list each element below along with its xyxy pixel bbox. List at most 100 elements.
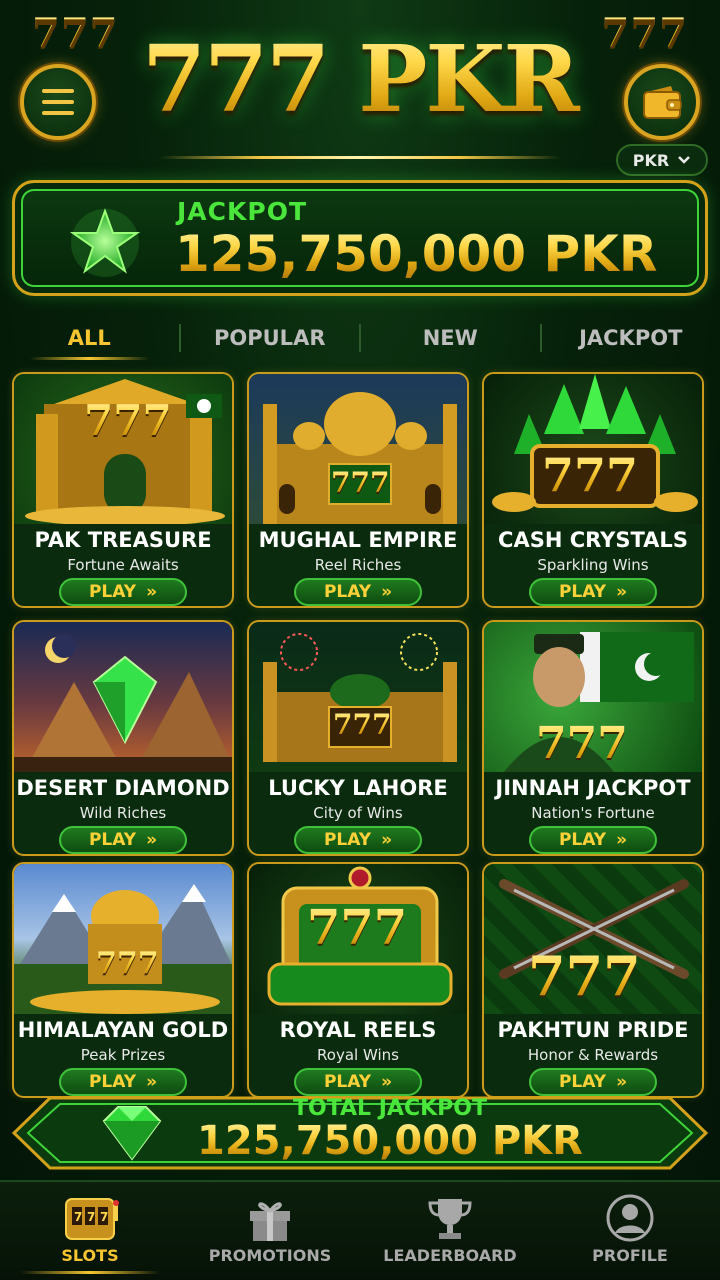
wallet-button[interactable]	[624, 64, 700, 140]
game-card-cash-crystals[interactable]: 777 CASH CRYSTALS Sparkling Wins PLAY »	[482, 372, 704, 608]
double-chevron-right-icon: »	[381, 830, 393, 850]
menu-button[interactable]	[20, 64, 96, 140]
double-chevron-right-icon: »	[381, 1072, 393, 1092]
star-icon	[69, 208, 141, 277]
bottom-nav: 7 7 7 SLOTS PROMOTIONS LEADERBOARD PROFI…	[0, 1180, 720, 1280]
nav-slots[interactable]: 7 7 7 SLOTS	[0, 1182, 180, 1280]
game-title: JINNAH JACKPOT	[495, 776, 691, 800]
game-subtitle: Nation's Fortune	[531, 804, 655, 822]
game-art: 777	[249, 374, 467, 524]
play-button[interactable]: PLAY »	[59, 1068, 187, 1096]
slot-machine-icon: 7 7 7	[60, 1190, 120, 1246]
double-chevron-right-icon: »	[616, 582, 628, 602]
nav-profile[interactable]: PROFILE	[540, 1182, 720, 1280]
game-subtitle: Reel Riches	[314, 556, 402, 574]
game-title: MUGHAL EMPIRE	[258, 528, 458, 552]
play-button[interactable]: PLAY »	[294, 1068, 422, 1096]
play-button[interactable]: PLAY »	[529, 826, 657, 854]
game-title: PAKHTUN PRIDE	[497, 1018, 689, 1042]
game-title: CASH CRYSTALS	[498, 528, 688, 552]
tab-new[interactable]: NEW	[361, 312, 540, 364]
game-subtitle: Sparkling Wins	[537, 556, 649, 574]
tab-popular[interactable]: POPULAR	[181, 312, 360, 364]
gift-icon	[240, 1190, 300, 1246]
nav-promotions[interactable]: PROMOTIONS	[180, 1182, 360, 1280]
play-button[interactable]: PLAY »	[529, 1068, 657, 1096]
double-chevron-right-icon: »	[146, 582, 158, 602]
svg-text:7: 7	[100, 1210, 108, 1224]
tab-all[interactable]: ALL	[0, 312, 179, 364]
game-card-pakhtun-pride[interactable]: 777 PAKHTUN PRIDE Honor & Rewards PLAY »	[482, 862, 704, 1098]
game-art	[14, 622, 232, 772]
total-jackpot-banner: TOTAL JACKPOT 125,750,000 PKR	[10, 1094, 710, 1172]
hamburger-menu-icon	[42, 89, 74, 115]
game-art-777: 777	[96, 946, 159, 981]
corner-777-right: 777	[601, 10, 688, 57]
game-card-desert-diamond[interactable]: DESERT DIAMOND Wild Riches PLAY »	[12, 620, 234, 856]
double-chevron-right-icon: »	[146, 830, 158, 850]
game-art: 777	[249, 622, 467, 772]
game-art: 777	[14, 374, 232, 524]
game-art-777: 777	[307, 900, 408, 956]
game-subtitle: Honor & Rewards	[527, 1046, 659, 1064]
play-label: PLAY	[323, 1072, 372, 1092]
game-title: DESERT DIAMOND	[16, 776, 230, 800]
play-label: PLAY	[558, 830, 607, 850]
game-subtitle: Fortune Awaits	[67, 556, 179, 574]
nav-label: PROMOTIONS	[208, 1246, 332, 1265]
app-logo-title: 777 PKR	[130, 20, 590, 138]
game-art: 777	[484, 864, 702, 1014]
play-button[interactable]: PLAY »	[294, 578, 422, 606]
game-art-777: 777	[84, 396, 172, 445]
nav-label: LEADERBOARD	[383, 1246, 517, 1265]
nav-leaderboard[interactable]: LEADERBOARD	[360, 1182, 540, 1280]
game-subtitle: Wild Riches	[79, 804, 167, 822]
game-title: HIMALAYAN GOLD	[17, 1018, 229, 1042]
nav-label: SLOTS	[61, 1246, 119, 1265]
play-button[interactable]: PLAY »	[59, 826, 187, 854]
game-art: 777	[484, 374, 702, 524]
game-subtitle: Peak Prizes	[80, 1046, 166, 1064]
play-label: PLAY	[323, 582, 372, 602]
currency-select[interactable]: PKR	[616, 144, 708, 176]
app-header: 777 777 777 PKR PKR	[0, 0, 720, 178]
trophy-icon	[420, 1190, 480, 1246]
play-label: PLAY	[323, 830, 372, 850]
play-label: PLAY	[88, 582, 137, 602]
logo-underline	[160, 156, 560, 159]
play-label: PLAY	[558, 1072, 607, 1092]
game-card-himalayan-gold[interactable]: 777 HIMALAYAN GOLD Peak Prizes PLAY »	[12, 862, 234, 1098]
game-art: 777	[484, 622, 702, 772]
game-card-royal-reels[interactable]: 777 ROYAL REELS Royal Wins PLAY »	[247, 862, 469, 1098]
svg-text:7: 7	[87, 1210, 95, 1224]
game-card-pak-treasure[interactable]: 777 PAK TREASURE Fortune Awaits PLAY »	[12, 372, 234, 608]
double-chevron-right-icon: »	[381, 582, 393, 602]
game-card-mughal-empire[interactable]: 777 MUGHAL EMPIRE Reel Riches PLAY »	[247, 372, 469, 608]
game-art-777: 777	[536, 718, 628, 769]
jackpot-banner: JACKPOT 125,750,000 PKR	[12, 180, 708, 296]
jackpot-label: JACKPOT	[177, 197, 307, 226]
play-button[interactable]: PLAY »	[529, 578, 657, 606]
tab-jackpot[interactable]: JACKPOT	[542, 312, 720, 364]
game-art-777: 777	[331, 466, 390, 499]
play-button[interactable]: PLAY »	[59, 578, 187, 606]
game-title: ROYAL REELS	[279, 1018, 437, 1042]
game-art-777: 777	[542, 448, 639, 502]
game-subtitle: City of Wins	[313, 804, 403, 822]
double-chevron-right-icon: »	[616, 1072, 628, 1092]
game-art: 777	[14, 864, 232, 1014]
svg-text:7: 7	[74, 1210, 82, 1224]
game-subtitle: Royal Wins	[317, 1046, 399, 1064]
play-label: PLAY	[558, 582, 607, 602]
game-title: PAK TREASURE	[34, 528, 212, 552]
wallet-icon	[643, 86, 682, 119]
corner-777-left: 777	[32, 10, 119, 57]
jackpot-amount: 125,750,000 PKR	[175, 225, 658, 283]
game-card-jinnah-jackpot[interactable]: 777 JINNAH JACKPOT Nation's Fortune PLAY…	[482, 620, 704, 856]
play-button[interactable]: PLAY »	[294, 826, 422, 854]
total-jackpot-amount: 125,750,000 PKR	[10, 1118, 710, 1164]
category-tabs: ALL POPULAR NEW JACKPOT	[0, 312, 720, 364]
game-card-lucky-lahore[interactable]: 777 LUCKY LAHORE City of Wins PLAY »	[247, 620, 469, 856]
nav-label: PROFILE	[592, 1246, 668, 1265]
user-profile-icon	[600, 1190, 660, 1246]
